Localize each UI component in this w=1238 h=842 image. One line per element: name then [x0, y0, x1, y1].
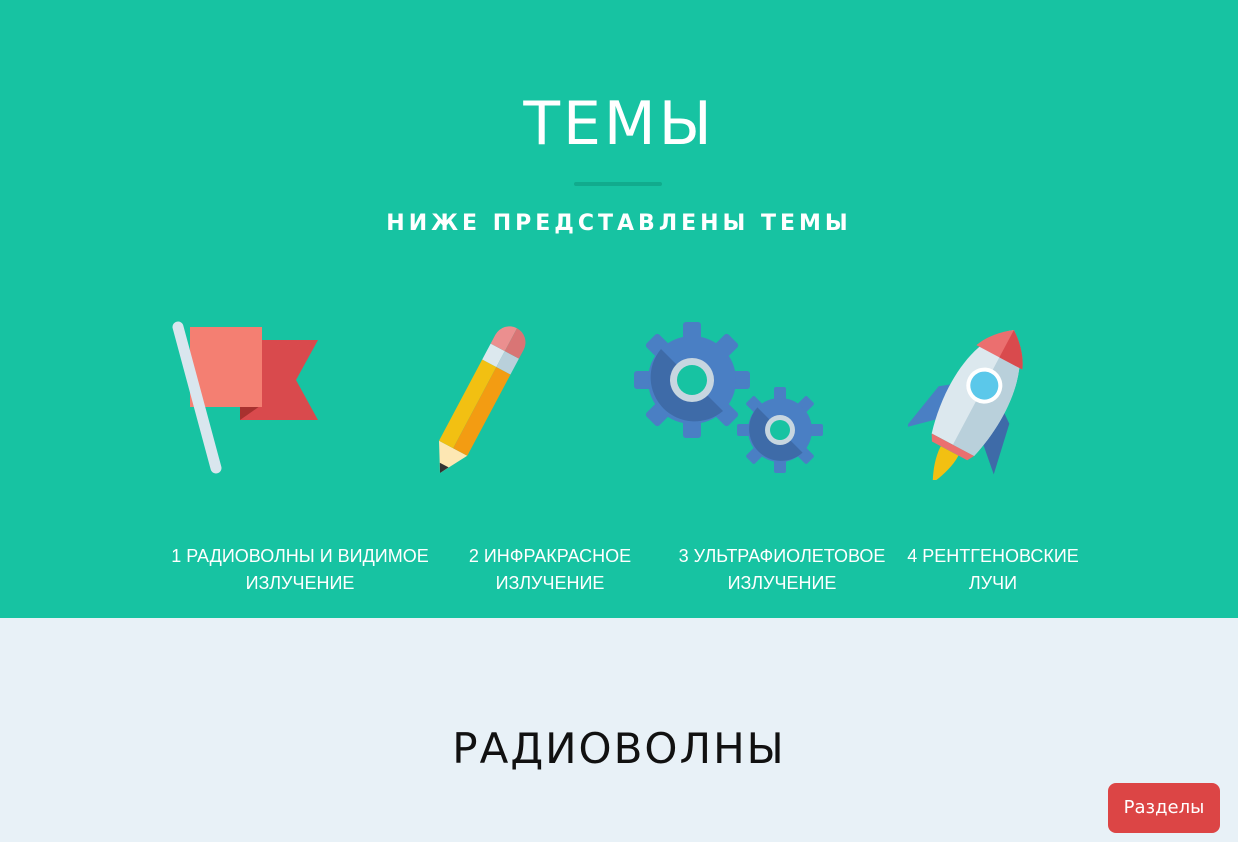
topic-4-label-line2: ЛУЧИ — [968, 573, 1018, 593]
flag-icon — [172, 321, 318, 474]
title-divider — [574, 182, 662, 186]
pencil-icon — [439, 326, 526, 473]
topic-1-icon-link[interactable] — [168, 310, 328, 480]
rocket-icon — [908, 329, 1023, 480]
topic-3-icon-link[interactable] — [628, 310, 828, 480]
topic-2-label-line1: 2 ИНФРАКРАСНОЕ — [468, 546, 632, 566]
topic-4-label-line1: 4 РЕНТГЕНОВСКИЕ — [907, 546, 1079, 566]
topic-4-link[interactable]: 4 РЕНТГЕНОВСКИЕ ЛУЧИ — [893, 543, 1093, 597]
topic-1-link[interactable]: 1 РАДИОВОЛНЫ И ВИДИМОЕ ИЗЛУЧЕНИЕ — [150, 543, 450, 597]
topic-2-icon-link[interactable] — [420, 310, 560, 480]
page-subtitle: НИЖЕ ПРЕДСТАВЛЕНЫ ТЕМЫ — [386, 211, 852, 236]
topic-3-link[interactable]: 3 УЛЬТРАФИОЛЕТОВОЕ ИЗЛУЧЕНИЕ — [662, 543, 902, 597]
section-title: РАДИОВОЛНЫ — [452, 724, 786, 773]
topic-3-label-line2: ИЗЛУЧЕНИЕ — [727, 573, 837, 593]
topic-2-link[interactable]: 2 ИНФРАКРАСНОЕ ИЗЛУЧЕНИЕ — [450, 543, 650, 597]
topic-2-label-line2: ИЗЛУЧЕНИЕ — [495, 573, 605, 593]
gears-icon — [634, 322, 823, 473]
topic-1-label-line2: ИЗЛУЧЕНИЕ — [245, 573, 355, 593]
page-title: ТЕМЫ — [523, 89, 715, 159]
topic-1-label-line1: 1 РАДИОВОЛНЫ И ВИДИМОЕ — [171, 546, 429, 566]
topic-4-icon-link[interactable] — [908, 310, 1038, 480]
topic-3-label-line1: 3 УЛЬТРАФИОЛЕТОВОЕ — [678, 546, 886, 566]
sections-button[interactable]: Разделы — [1108, 783, 1220, 833]
radiowaves-section: РАДИОВОЛНЫ — [0, 618, 1238, 842]
topics-hero: ТЕМЫ НИЖЕ ПРЕДСТАВЛЕНЫ ТЕМЫ 1 РАДИОВОЛНЫ… — [0, 0, 1238, 618]
